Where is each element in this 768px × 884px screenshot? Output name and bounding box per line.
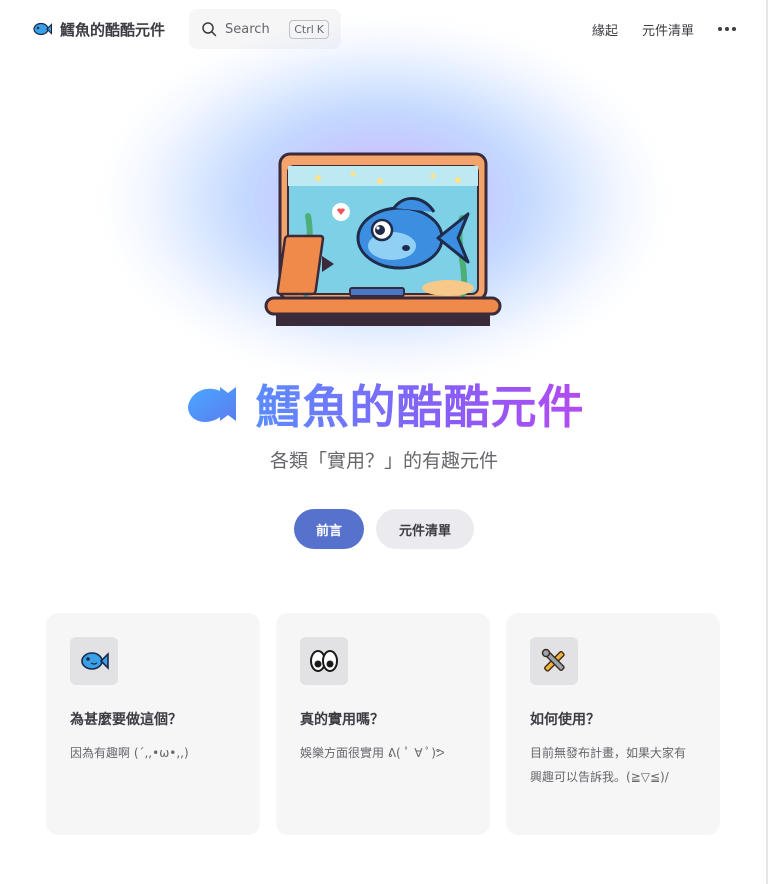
feature-title: 為甚麼要做這個？ [70,712,182,728]
search-icon [202,22,217,37]
nav-links: 緣起 元件清單 [568,20,736,39]
component-list-button[interactable]: 元件清單 [376,509,474,549]
feature-title: 真的實用嗎？ [300,712,384,728]
blue-fish-icon [187,387,236,422]
fish-icon [70,637,118,685]
tools-icon [530,637,578,685]
site-title: 鱈魚的酷酷元件 [60,20,166,39]
preface-button[interactable]: 前言 [294,509,364,549]
feature-title: 如何使用？ [530,712,600,728]
hero-actions: 前言 元件清單 [0,509,768,549]
page: 鱈魚的酷酷元件 Search Ctrl K 緣起 元件清單 [0,0,768,884]
feature-details: 因為有趣啊 (´,,•ω•,,) [70,746,189,760]
features: 為甚麼要做這個？ 因為有趣啊 (´,,•ω•,,) 真的實用嗎？ 娛樂方面很實用… [46,613,720,835]
nav-link-components[interactable]: 元件清單 [642,20,694,39]
feature-card-practical: 真的實用嗎？ 娛樂方面很實用 ᕕ( ﾟ ∀ ﾟ)ᕗ [276,613,490,835]
feature-details: 目前無發布計畫，如果大家有興趣可以告訴我。(≧▽≦)/ [530,746,687,784]
aquarium-fish-illustration [264,152,502,326]
nav-link-origin[interactable]: 緣起 [592,20,618,39]
hero-tagline: 各類「實用？」的有趣元件 [269,450,498,472]
feature-card-usage: 如何使用？ 目前無發布計畫，如果大家有興趣可以告訴我。(≧▽≦)/ [506,613,720,835]
eyes-icon [300,637,348,685]
hero-name: 鱈魚的酷酷元件 [256,371,585,437]
feature-card-why: 為甚麼要做這個？ 因為有趣啊 (´,,•ω•,,) [46,613,260,835]
fish-logo-icon [33,22,52,36]
site-brand-link[interactable]: 鱈魚的酷酷元件 [32,19,165,40]
hero-title: 鱈魚的酷酷元件 [0,372,768,436]
feature-details: 娛樂方面很實用 ᕕ( ﾟ ∀ ﾟ)ᕗ [300,746,445,760]
more-icon[interactable] [718,20,736,38]
